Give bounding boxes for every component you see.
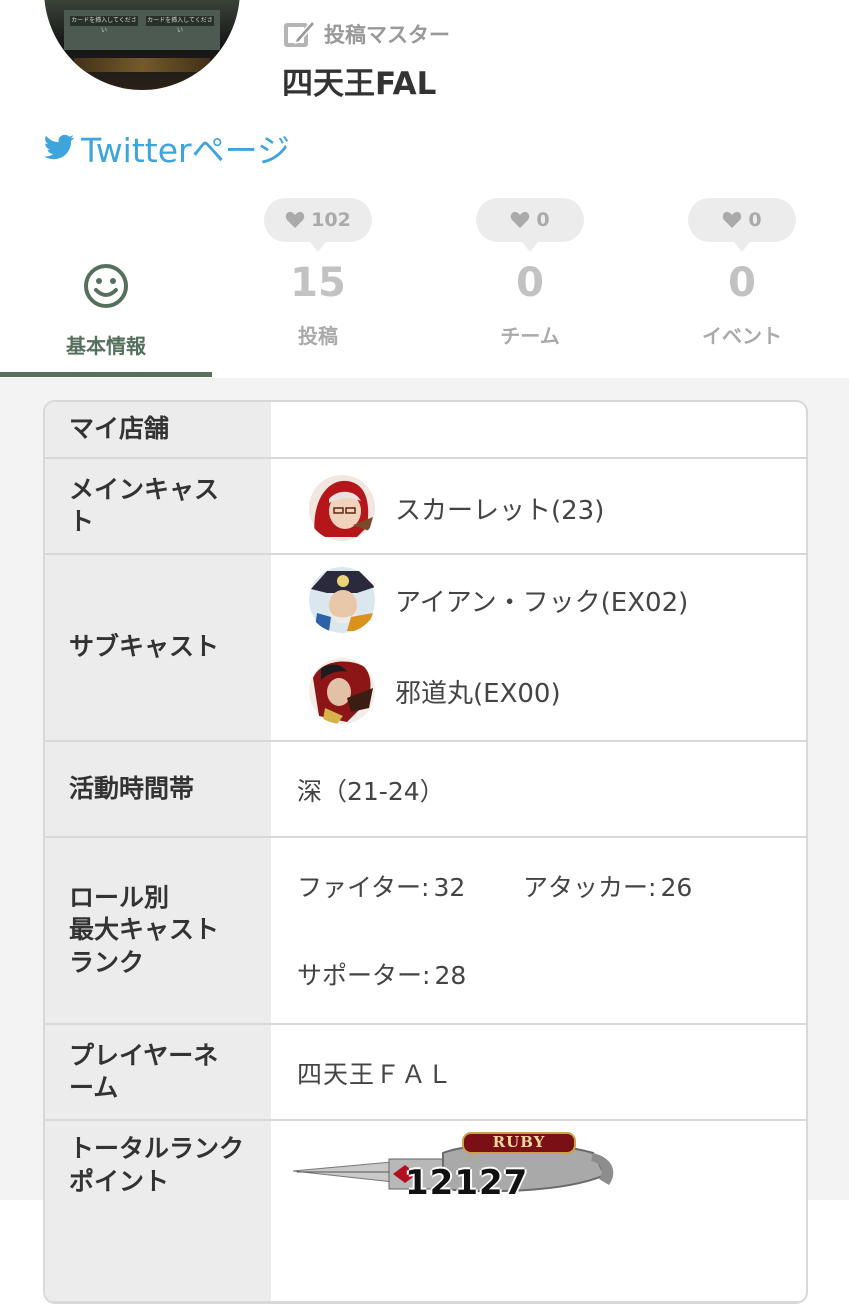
rank-name: RUBY [492, 1133, 546, 1151]
iron-hook-cast-icon [307, 567, 377, 633]
twitter-bird-icon [44, 134, 75, 160]
tab-events-label: イベント [702, 324, 782, 348]
avatar-cabinet-light [74, 58, 210, 72]
tab-team-label: チーム [500, 324, 560, 348]
pencil-edit-icon [284, 19, 316, 47]
heart-icon [511, 211, 530, 228]
player-name-value-cell: 四天王ＦＡＬ [271, 1025, 806, 1119]
events-count: 0 [728, 260, 756, 306]
profile-avatar: カードを挿入してください カードを挿入してください [44, 0, 240, 90]
sub-cast-name-1: アイアン・フック(EX02) [395, 587, 689, 618]
sub-cast-value: アイアン・フック(EX02) 邪道丸(EX00) [271, 555, 806, 740]
sub-cast-item[interactable]: アイアン・フック(EX02) [307, 567, 688, 633]
avatar-screen-text-right: カードを挿入してください [146, 16, 214, 34]
supporter-rank: サポーター: 28 [297, 956, 466, 992]
active-tab-indicator [0, 372, 212, 377]
posts-count: 15 [290, 260, 346, 306]
main-cast-value: スカーレット(23) [271, 459, 806, 553]
role-rank-label: ロール別 最大キャスト ランク [45, 838, 271, 1023]
team-likes-badge: 0 [476, 198, 584, 252]
supporter-rank-value: 28 [434, 961, 467, 990]
row-active-time: 活動時間帯 深（21-24） [45, 742, 806, 838]
fighter-rank: ファイター: 32 [297, 868, 465, 904]
row-player-name: プレイヤーネーム 四天王ＦＡＬ [45, 1025, 806, 1121]
attacker-rank: アタッカー: 26 [523, 868, 692, 904]
row-main-cast: メインキャスト スカーレット(23) [45, 459, 806, 555]
role-rank-values: ファイター: 32 アタッカー: 26 サポーター: 28 [271, 838, 806, 1023]
total-rank-points-value: RUBY 12127 [271, 1121, 806, 1301]
active-time-value-cell: 深（21-24） [271, 742, 806, 836]
fighter-rank-value: 32 [433, 873, 466, 902]
sub-cast-label: サブキャスト [45, 555, 271, 740]
player-name-value: 四天王ＦＡＬ [297, 1060, 454, 1089]
row-role-rank: ロール別 最大キャスト ランク ファイター: 32 アタッカー: 26 サポーター:… [45, 838, 806, 1025]
tab-posts[interactable]: 102 15 投稿 [212, 190, 424, 378]
tab-events[interactable]: 0 0 イベント [636, 190, 848, 378]
team-count: 0 [516, 260, 544, 306]
rank-points-value: 12127 [405, 1163, 529, 1203]
attacker-rank-label: アタッカー: [523, 873, 657, 902]
tab-posts-label: 投稿 [298, 324, 338, 348]
active-time-value: 深（21-24） [297, 777, 445, 806]
main-cast-label: メインキャスト [45, 459, 271, 553]
active-time-label: 活動時間帯 [45, 742, 271, 836]
main-cast-item[interactable]: スカーレット(23) [307, 475, 604, 541]
badge-label: 投稿マスター [324, 23, 450, 47]
jadoumaru-cast-icon [307, 658, 377, 724]
player-name-label: プレイヤーネーム [45, 1025, 271, 1119]
posts-likes-badge: 102 [264, 198, 372, 252]
tab-team[interactable]: 0 0 チーム [424, 190, 636, 378]
team-likes-count: 0 [536, 209, 550, 231]
row-total-rank-points: トータルランクポイント RUBY 12127 [45, 1121, 806, 1302]
my-store-label: マイ店舗 [45, 402, 271, 457]
attacker-rank-value: 26 [660, 873, 693, 902]
main-cast-name: スカーレット(23) [395, 495, 605, 526]
heart-icon [723, 211, 742, 228]
sub-cast-name-2: 邪道丸(EX00) [395, 678, 561, 709]
row-my-store: マイ店舗 [45, 402, 806, 459]
events-likes-count: 0 [748, 209, 762, 231]
twitter-link-label: Twitterページ [81, 131, 290, 170]
events-likes-badge: 0 [688, 198, 796, 252]
tab-basic-info-label: 基本情報 [66, 334, 146, 358]
my-store-value [271, 402, 806, 457]
profile-tabs: 基本情報 102 15 投稿 0 0 チーム 0 0 イベント [0, 190, 849, 379]
avatar-screen: カードを挿入してください カードを挿入してください [64, 10, 220, 50]
total-rank-points-label: トータルランクポイント [45, 1121, 271, 1301]
profile-info-table: マイ店舗 メインキャスト スカーレット(23) サブキャスト アイアン・フック(… [43, 400, 808, 1304]
posts-likes-count: 102 [311, 209, 351, 231]
row-sub-cast: サブキャスト アイアン・フック(EX02) 邪道丸(EX00) [45, 555, 806, 742]
fighter-rank-label: ファイター: [297, 873, 430, 902]
avatar-screen-text-left: カードを挿入してください [70, 16, 138, 34]
username: 四天王FAL [282, 66, 437, 102]
basic-info-panel: マイ店舗 メインキャスト スカーレット(23) サブキャスト アイアン・フック(… [0, 378, 849, 1304]
tab-basic-info[interactable]: 基本情報 [0, 190, 212, 378]
scarlet-cast-icon [307, 475, 377, 541]
heart-icon [285, 211, 305, 228]
sub-cast-item[interactable]: 邪道丸(EX00) [307, 658, 561, 724]
supporter-rank-label: サポーター: [297, 961, 431, 990]
poster-badge: 投稿マスター [282, 18, 450, 50]
twitter-page-link[interactable]: Twitterページ [43, 124, 290, 172]
smile-icon [84, 264, 128, 308]
